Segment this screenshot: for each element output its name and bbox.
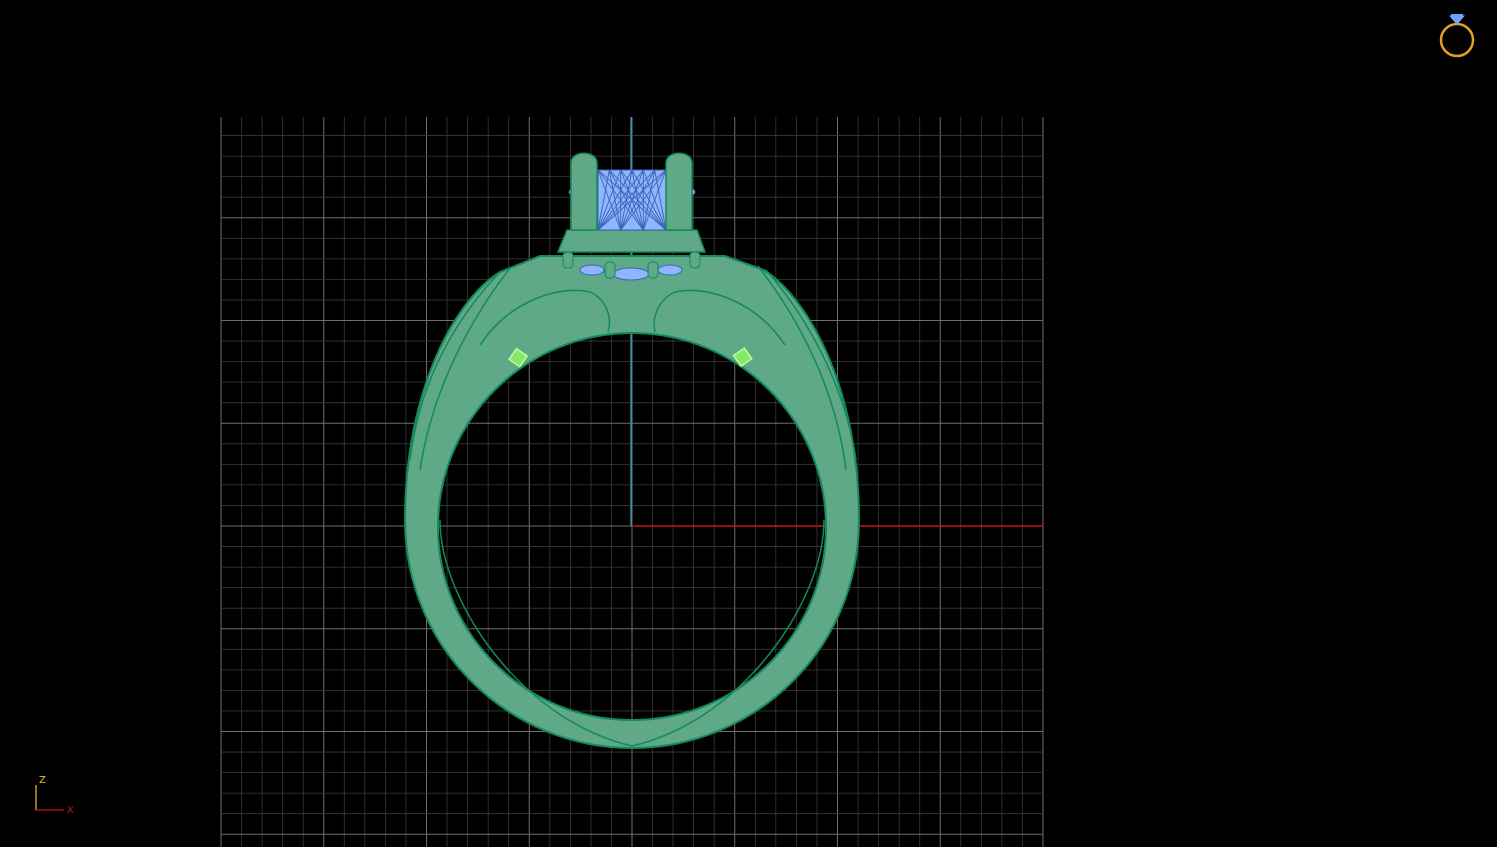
head-base [556,229,707,253]
halo-prong [689,251,701,269]
ring-icon[interactable] [1439,14,1475,58]
accent-stone [579,264,605,276]
main-prong-right [665,152,693,231]
halo-prong [647,261,659,279]
axis-indicator: Z X [35,775,74,816]
halo-prong [562,251,574,269]
main-prong-left [570,152,598,231]
halo-prong [604,261,616,279]
axis-indicator-up-label: Z [39,775,46,786]
axis-indicator-right-label: X [67,805,74,816]
3d-viewport-front[interactable]: Z X [0,0,1497,847]
accent-stone [657,264,683,276]
accent-stone [612,267,650,281]
